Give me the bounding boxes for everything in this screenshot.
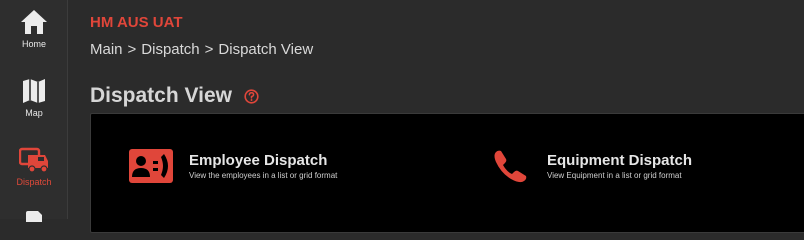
sidebar-item-dispatch[interactable]: Dispatch — [0, 147, 68, 187]
sidebar-item-label: Home — [21, 39, 46, 49]
equipment-dispatch-card[interactable]: Equipment Dispatch View Equipment in a l… — [493, 149, 692, 183]
sidebar-item-home[interactable]: Home — [0, 9, 68, 49]
dispatch-options-panel: Employee Dispatch View the employees in … — [90, 113, 804, 233]
help-icon[interactable] — [244, 88, 259, 104]
employee-dispatch-text: Employee Dispatch View the employees in … — [189, 152, 337, 180]
document-icon — [26, 211, 42, 222]
breadcrumb-main[interactable]: Main — [90, 41, 123, 58]
card-description: View Equipment in a list or grid format — [547, 171, 682, 180]
page-title-row: Dispatch View — [90, 84, 259, 108]
breadcrumb-separator: > — [127, 41, 137, 58]
truck-icon — [19, 147, 48, 173]
breadcrumb-current: Dispatch View — [218, 41, 314, 58]
breadcrumb: Main > Dispatch > Dispatch View — [90, 41, 313, 58]
card-title: Employee Dispatch — [189, 152, 328, 169]
card-title: Equipment Dispatch — [547, 152, 693, 169]
map-icon — [23, 79, 45, 103]
sidebar-item-label: Dispatch — [16, 177, 52, 187]
home-icon — [21, 10, 47, 34]
sidebar-item-document[interactable] — [0, 210, 68, 222]
app-title: HM AUS UAT — [90, 14, 183, 31]
phone-icon — [494, 150, 527, 183]
page-title: Dispatch View — [90, 84, 232, 107]
breadcrumb-separator: > — [204, 41, 214, 58]
main-content: HM AUS UAT Main > Dispatch > Dispatch Vi… — [69, 0, 804, 233]
breadcrumb-dispatch[interactable]: Dispatch — [141, 41, 199, 58]
equipment-dispatch-text: Equipment Dispatch View Equipment in a l… — [547, 152, 692, 180]
sidebar-item-map[interactable]: Map — [0, 78, 68, 118]
contact-phone-icon — [129, 149, 173, 183]
sidebar-item-label: Map — [25, 108, 43, 118]
employee-dispatch-card[interactable]: Employee Dispatch View the employees in … — [129, 149, 337, 183]
card-description: View the employees in a list or grid for… — [189, 171, 338, 180]
sidebar: Home Map Dispatch — [0, 0, 68, 222]
